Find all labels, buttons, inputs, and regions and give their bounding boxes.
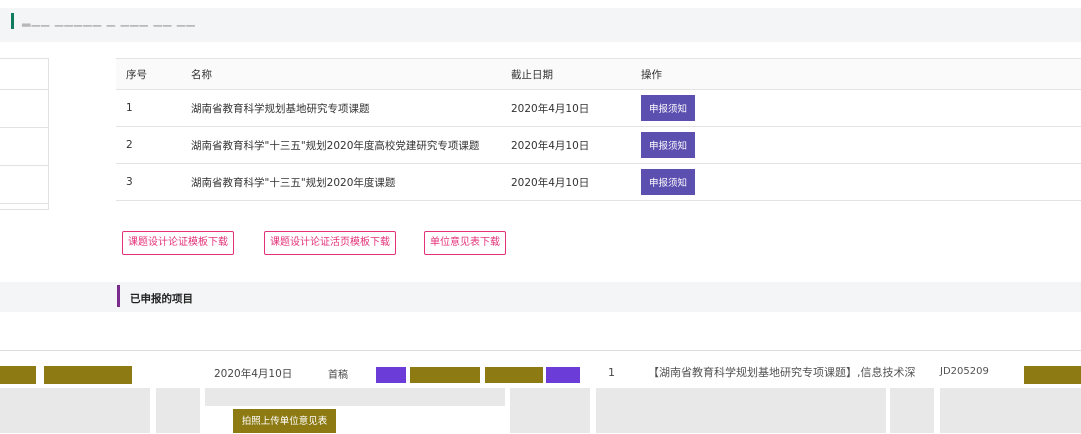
submit-button-fragment[interactable] [546,367,580,383]
row-action-cell: 申报须知 [631,163,1081,201]
notice-button[interactable]: 申报须知 [641,95,696,121]
row-deadline: 2020年4月10日 [501,163,631,201]
submitted-table-header [0,330,1081,351]
row-index: 1 [116,89,181,127]
submitted-status: 首稿 [328,370,348,381]
download-design-page-template-button[interactable]: 课题设计论证活页模板下载 [264,231,396,255]
section-accent-bar [117,285,120,307]
table-row: 1 湖南省教育科学规划基地研究专项课题 2020年4月10日 申报须知 [116,89,1081,127]
row-name: 湖南省教育科学"十三五"规划2020年度高校党建研究专项课题 [181,126,501,164]
notice-button[interactable]: 申报须知 [641,169,696,195]
notice-button[interactable]: 申报须知 [641,132,696,158]
col-header-action: 操作 [631,58,1081,90]
edit-button-fragment[interactable] [0,366,36,384]
submitted-code: JD205209 [940,366,989,377]
submitted-index: 1 [608,366,615,379]
col-header-deadline: 截止日期 [501,58,631,90]
row-deadline: 2020年4月10日 [501,89,631,127]
action-button-fragment[interactable] [410,367,480,383]
glitch-block [510,388,590,433]
glitch-block [890,388,934,433]
action-button-fragment[interactable] [1024,366,1081,384]
page-title: ▂▁▁ ▁▁▁▁▁ ▁ ▁▁▁ ▁▁ ▁▁ [22,14,196,27]
download-button-fragment[interactable] [44,366,132,384]
left-column-stub [0,58,49,210]
submitted-project-name: 【湖南省教育科学规划基地研究专项课题】,信息技术深 [648,366,916,379]
header-accent-bar [11,13,14,29]
row-name: 湖南省教育科学规划基地研究专项课题 [181,89,501,127]
glitch-block [205,388,505,406]
row-action-cell: 申报须知 [631,126,1081,164]
row-action-cell: 申报须知 [631,89,1081,127]
table-row: 2 湖南省教育科学"十三五"规划2020年度高校党建研究专项课题 2020年4月… [116,126,1081,164]
col-header-index: 序号 [116,58,181,90]
action-button-fragment[interactable] [485,367,543,383]
table-row: 3 湖南省教育科学"十三五"规划2020年度课题 2020年4月10日 申报须知 [116,163,1081,201]
submitted-date: 2020年4月10日 [214,368,293,380]
glitch-block [596,388,886,433]
row-index: 3 [116,163,181,201]
view-button-fragment[interactable] [376,367,406,383]
download-unit-opinion-button[interactable]: 单位意见表下载 [424,231,506,255]
row-name: 湖南省教育科学"十三五"规划2020年度课题 [181,163,501,201]
upload-unit-opinion-button[interactable]: 拍照上传单位意见表 [233,409,336,433]
glitch-block [0,388,150,433]
row-deadline: 2020年4月10日 [501,126,631,164]
download-design-template-button[interactable]: 课题设计论证模板下载 [122,231,234,255]
project-table: 序号 名称 截止日期 操作 1 湖南省教育科学规划基地研究专项课题 2020年4… [116,58,1081,201]
glitch-block [156,388,200,433]
col-header-name: 名称 [181,58,501,90]
table-header-row: 序号 名称 截止日期 操作 [116,58,1081,90]
glitch-block [940,388,1081,433]
submitted-section-title: 已申报的项目 [130,293,193,305]
row-index: 2 [116,126,181,164]
